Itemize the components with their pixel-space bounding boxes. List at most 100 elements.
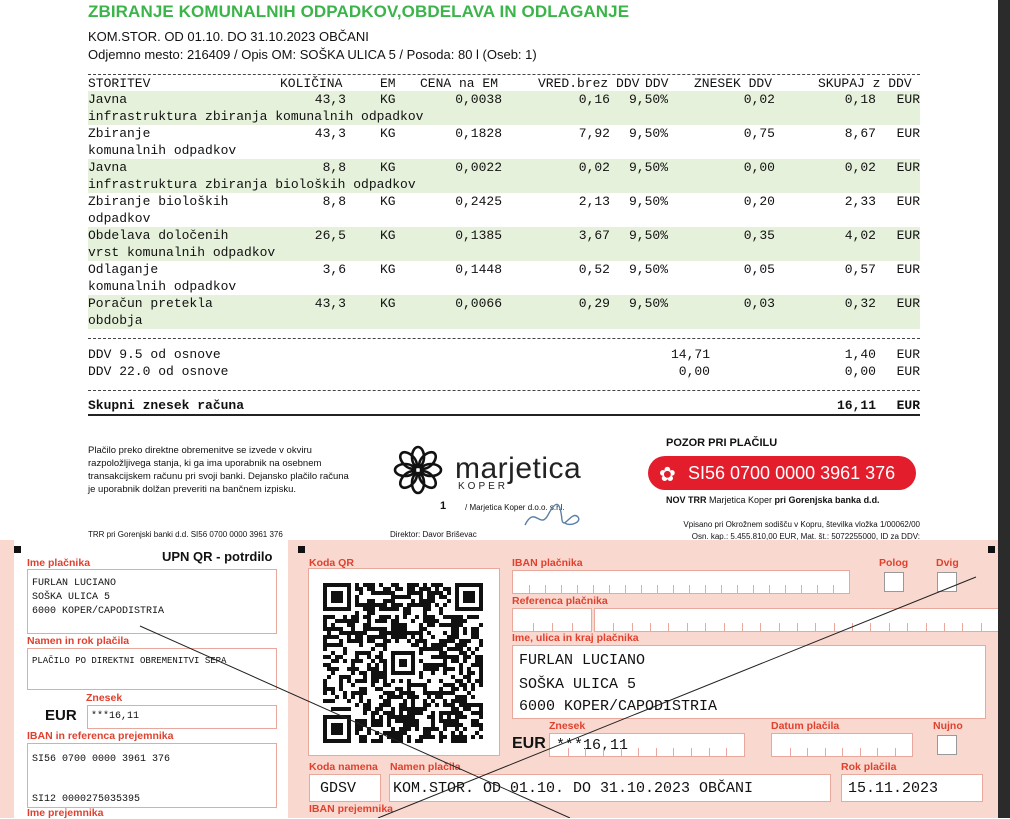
item-name: Obdelava določenih bbox=[88, 228, 229, 243]
quantity: 43,3 bbox=[314, 92, 346, 107]
new-trr-bank: pri Gorenjska banka d.d. bbox=[774, 495, 880, 505]
amount-value: ***16,11 bbox=[556, 737, 629, 754]
total-underline bbox=[88, 414, 920, 416]
page-number: 1 bbox=[440, 500, 447, 512]
total-with-vat: 8,67 bbox=[844, 126, 876, 141]
col-cena: CENA na EM bbox=[420, 76, 499, 91]
label-znesek: Znesek bbox=[86, 692, 123, 704]
vat-rate: 9,50% bbox=[628, 262, 668, 277]
quantity: 8,8 bbox=[322, 160, 346, 175]
item-name-cont: obdobja bbox=[88, 313, 143, 328]
polog-checkbox[interactable] bbox=[884, 572, 904, 592]
total-with-vat: 0,02 bbox=[844, 160, 876, 175]
total-with-vat: 4,02 bbox=[844, 228, 876, 243]
payment-date-field[interactable] bbox=[771, 733, 913, 757]
logo-city: KOPER bbox=[458, 481, 509, 492]
receipt-payer-box: FURLAN LUCIANO SOŠKA ULICA 5 6000 KOPER/… bbox=[27, 569, 277, 634]
label-referenca-placnika: Referenca plačnika bbox=[512, 595, 608, 607]
payment-purpose-field[interactable]: KOM.STOR. OD 01.10. DO 31.10.2023 OBČANI bbox=[389, 774, 831, 802]
currency: EUR bbox=[896, 194, 920, 209]
currency: EUR bbox=[896, 296, 920, 311]
payer-reference-model[interactable] bbox=[512, 608, 592, 632]
divider bbox=[88, 338, 920, 339]
total-currency: EUR bbox=[896, 398, 920, 413]
vat-amount: 0,20 bbox=[743, 194, 775, 209]
window-scroll-edge bbox=[998, 0, 1010, 818]
ddv-label: DDV 22.0 od osnove bbox=[88, 364, 229, 379]
unit: KG bbox=[380, 296, 396, 311]
vat-amount: 0,05 bbox=[743, 262, 775, 277]
nujno-checkbox[interactable] bbox=[937, 735, 957, 755]
receipt-amount: ***16,11 bbox=[91, 711, 140, 722]
currency: EUR bbox=[896, 160, 920, 175]
payer-address-line: SOŠKA ULICA 5 bbox=[519, 676, 637, 693]
ddv-base: 14,71 bbox=[670, 347, 710, 362]
iban-banner-text: SI56 0700 0000 3961 376 bbox=[688, 463, 896, 483]
table-row: Zbiranje komunalnih odpadkov 43,3 KG 0,1828 7… bbox=[88, 125, 920, 159]
ddv-currency: EUR bbox=[896, 347, 920, 362]
payer-reference-field[interactable] bbox=[594, 608, 1000, 632]
receipt-purpose-box: PLAČILO PO DIREKTNI OBREMENITVI SEPA bbox=[27, 648, 277, 690]
net-value: 0,29 bbox=[578, 296, 610, 311]
quantity: 3,6 bbox=[322, 262, 346, 277]
purpose-code-field[interactable]: GDSV bbox=[309, 774, 381, 802]
currency: EUR bbox=[896, 92, 920, 107]
items-table: Javna infrastruktura zbiranja komunalnih … bbox=[88, 91, 920, 329]
net-value: 0,02 bbox=[578, 160, 610, 175]
invoice-page: ZBIRANJE KOMUNALNIH ODPADKOV,OBDELAVA IN… bbox=[0, 0, 1000, 819]
vat-amount: 0,00 bbox=[743, 160, 775, 175]
ddv-row: DDV 22.0 od osnove 0,00 0,00 EUR bbox=[88, 364, 920, 381]
label-datum-placila: Datum plačila bbox=[771, 720, 840, 732]
vat-rate: 9,50% bbox=[628, 160, 668, 175]
item-name-cont: komunalnih odpadkov bbox=[88, 143, 237, 158]
currency: EUR bbox=[896, 228, 920, 243]
label-iban-referenca: IBAN in referenca prejemnika bbox=[27, 730, 174, 742]
invoice-title: ZBIRANJE KOMUNALNIH ODPADKOV,OBDELAVA IN… bbox=[88, 2, 630, 21]
receipt-currency: EUR bbox=[45, 707, 77, 724]
due-date: 15.11.2023 bbox=[848, 780, 939, 797]
unit: KG bbox=[380, 92, 396, 107]
ddv-base: 0,00 bbox=[678, 364, 710, 379]
payment-purpose: KOM.STOR. OD 01.10. DO 31.10.2023 OBČANI bbox=[393, 780, 754, 797]
col-ddv: DDV bbox=[645, 76, 669, 91]
payer-address-box[interactable]: FURLAN LUCIANO SOŠKA ULICA 5 6000 KOPER/… bbox=[512, 645, 986, 719]
item-name: Zbiranje bioloških bbox=[88, 194, 229, 209]
registration-line: Vpisano pri Okrožnem sodišču v Kopru, št… bbox=[683, 520, 920, 529]
label-polog: Polog bbox=[879, 557, 909, 569]
label-ime-prejemnika: Ime prejemnika bbox=[27, 807, 104, 819]
corner-mark bbox=[988, 546, 995, 553]
net-value: 0,52 bbox=[578, 262, 610, 277]
amount-field[interactable]: ***16,11 bbox=[549, 733, 745, 757]
label-ime-placnika: Ime plačnika bbox=[27, 557, 91, 569]
label-znesek-main: Znesek bbox=[549, 720, 586, 732]
payment-warning-title: POZOR PRI PLAČILU bbox=[666, 437, 778, 449]
quantity: 43,3 bbox=[314, 296, 346, 311]
vat-rate: 9,50% bbox=[628, 92, 668, 107]
label-koda-namena: Koda namena bbox=[309, 761, 378, 773]
col-em: EM bbox=[380, 76, 396, 91]
receipt-payer-line: 6000 KOPER/CAPODISTRIA bbox=[32, 606, 165, 617]
item-name-cont: komunalnih odpadkov bbox=[88, 279, 237, 294]
due-date-field[interactable]: 15.11.2023 bbox=[841, 774, 983, 802]
payer-iban-field[interactable] bbox=[512, 570, 850, 594]
vat-rate: 9,50% bbox=[628, 126, 668, 141]
vat-amount: 0,03 bbox=[743, 296, 775, 311]
table-row: Javna infrastruktura zbiranja bioloških o… bbox=[88, 159, 920, 193]
total-with-vat: 0,32 bbox=[844, 296, 876, 311]
ddv-label: DDV 9.5 od osnove bbox=[88, 347, 221, 362]
director: Direktor: Davor Briševac bbox=[390, 530, 477, 539]
billing-period: KOM.STOR. OD 01.10. DO 31.10.2023 OBČANI bbox=[88, 29, 369, 44]
item-name-cont: infrastruktura zbiranja komunalnih odpad… bbox=[88, 109, 424, 124]
item-name-cont: odpadkov bbox=[88, 211, 151, 226]
receipt-amount-box: ***16,11 bbox=[87, 705, 277, 729]
dvig-checkbox[interactable] bbox=[937, 572, 957, 592]
label-iban-prejemnika: IBAN prejemnika bbox=[309, 803, 394, 815]
item-name: Odlaganje bbox=[88, 262, 159, 277]
receipt-purpose: PLAČILO PO DIREKTNI OBREMENITVI SEPA bbox=[32, 656, 227, 666]
vat-rate: 9,50% bbox=[628, 296, 668, 311]
col-storitev: STORITEV bbox=[88, 76, 151, 91]
col-skupaj: SKUPAJ z DDV bbox=[818, 76, 912, 91]
label-namen-rok: Namen in rok plačila bbox=[27, 635, 130, 647]
unit: KG bbox=[380, 194, 396, 209]
item-name-cont: vrst komunalnih odpadkov bbox=[88, 245, 276, 260]
